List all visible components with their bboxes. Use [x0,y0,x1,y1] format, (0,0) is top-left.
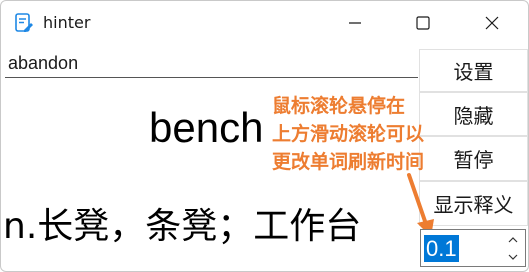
minimize-button[interactable] [332,1,378,45]
chevron-down-icon [508,254,518,260]
close-button[interactable] [469,1,515,45]
annotation-note: 鼠标滚轮悬停在 上方滑动滚轮可以 更改单词刷新时间 [272,92,424,176]
notepad-pen-icon [14,13,34,33]
refresh-interval-spinbox[interactable]: 0.1 [420,229,526,267]
chevron-up-icon [508,237,518,243]
app-window: hinter 设置 隐藏 暂停 显示释义 bench n.长凳，条凳；工作台 鼠… [0,0,529,272]
word-meaning: n.长凳，条凳；工作台 [3,206,362,247]
close-icon [485,16,499,30]
spin-down-button[interactable] [503,249,523,265]
title-bar[interactable]: hinter [1,1,528,45]
current-word: bench [149,104,264,151]
maximize-icon [416,16,430,30]
maximize-button[interactable] [400,1,446,45]
window-title: hinter [43,13,91,32]
annotation-line: 鼠标滚轮悬停在 [272,95,406,117]
settings-button[interactable]: 设置 [419,49,528,92]
annotation-line: 上方滑动滚轮可以 [272,123,425,145]
hide-button[interactable]: 隐藏 [419,92,528,136]
word-input[interactable] [5,49,418,78]
minimize-icon [349,22,361,24]
spin-up-button[interactable] [503,232,523,248]
refresh-interval-value[interactable]: 0.1 [424,235,459,262]
